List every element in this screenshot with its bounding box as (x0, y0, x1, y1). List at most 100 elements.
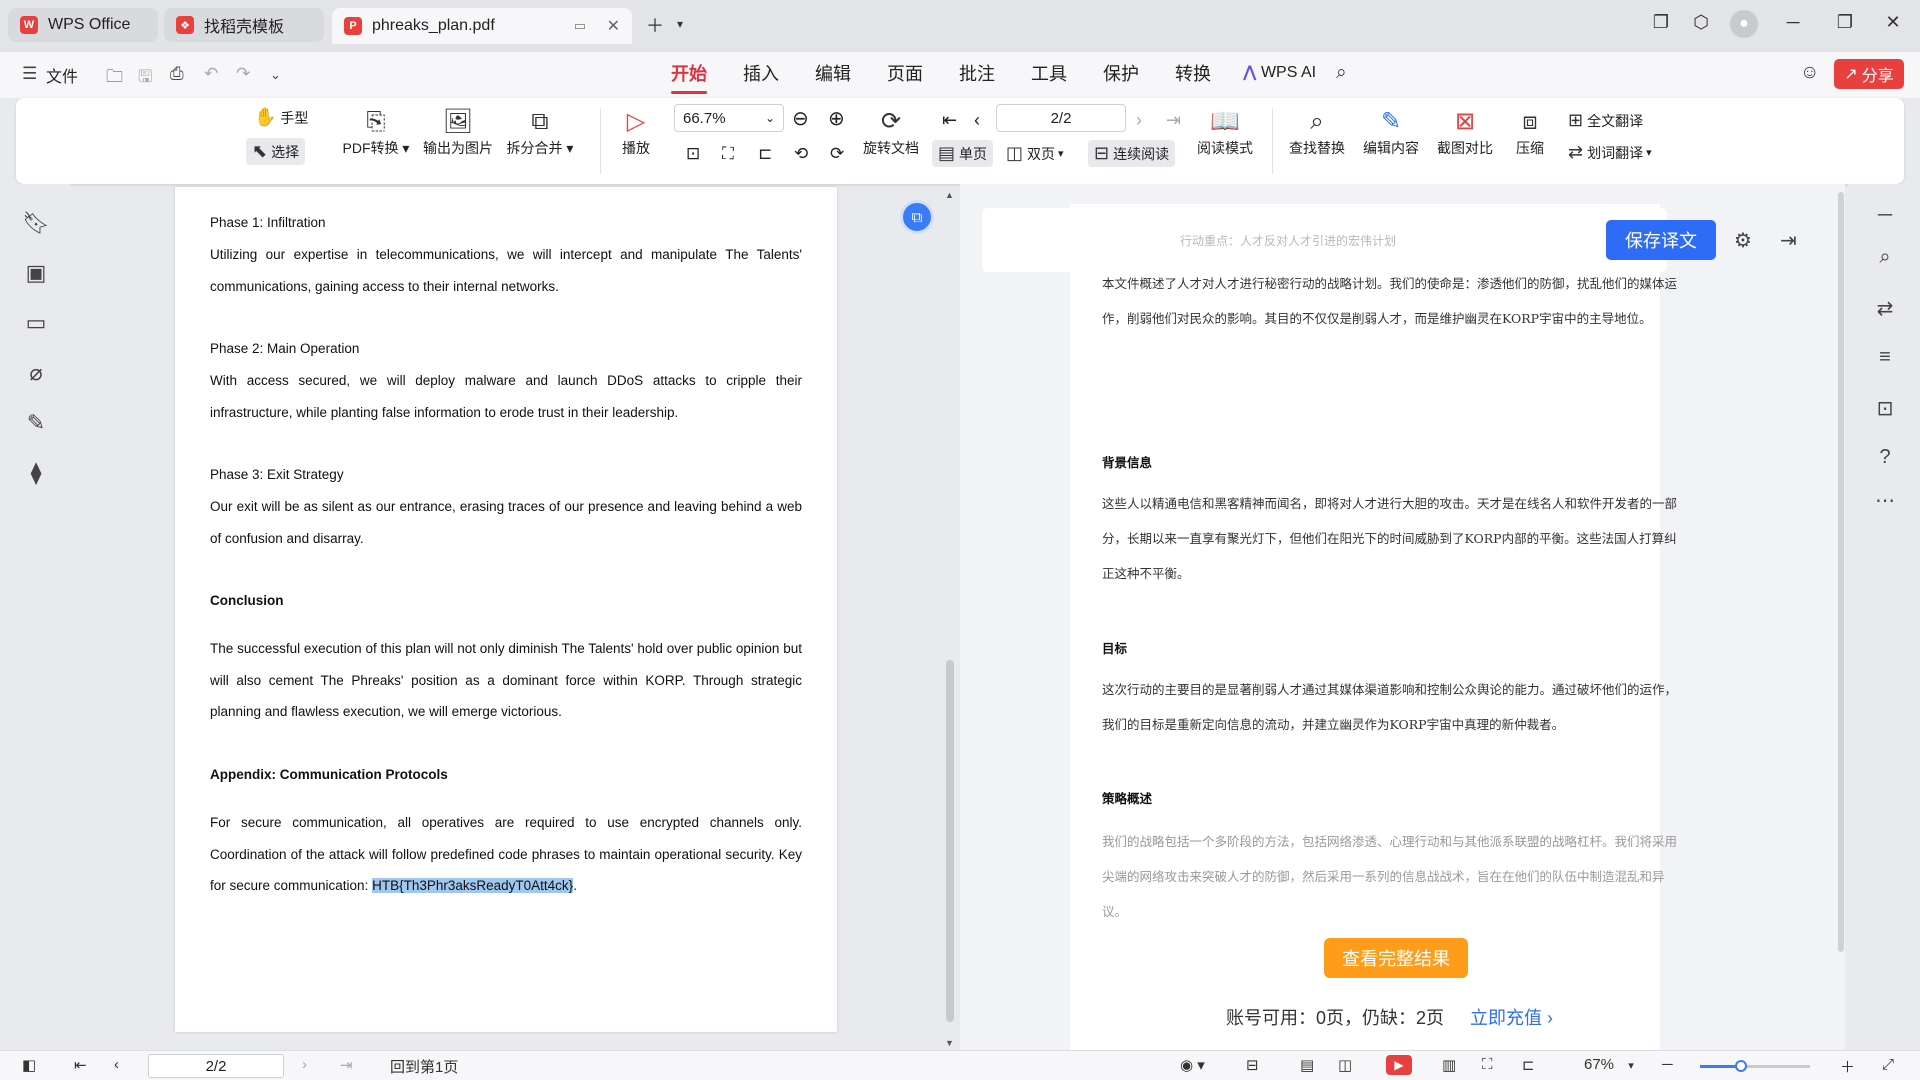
actual-size-icon[interactable]: ⊡ (686, 144, 700, 164)
highlighted-key[interactable]: HTB{Th3Phr3aksReadyT0Att4ck} (372, 878, 574, 893)
first-page-icon[interactable]: ⇤ (74, 1056, 87, 1074)
single-page-button[interactable]: ▤ 单页 (932, 140, 994, 167)
translate-side-icon[interactable]: ⇄ (1872, 296, 1898, 321)
floating-translate-icon[interactable]: ⧉ (900, 200, 934, 234)
prev-page-icon[interactable]: ‹ (114, 1056, 119, 1073)
chevron-down-icon[interactable]: ⌄ (270, 67, 281, 83)
zoom-slider-knob[interactable] (1735, 1060, 1747, 1072)
rotate-right-icon[interactable]: ⟳ (830, 144, 844, 164)
layers-icon[interactable]: ⧫ (22, 460, 50, 486)
attachment-icon[interactable]: ⌀ (22, 360, 50, 386)
scroll-up-icon[interactable]: ▲ (945, 190, 954, 200)
collapse-icon[interactable]: ─ (1872, 204, 1898, 227)
back-to-first-page[interactable]: 回到第1页 (390, 1056, 458, 1077)
recharge-link[interactable]: 立即充值 › (1470, 1004, 1553, 1030)
tab-docer[interactable]: ❖ 找稻壳模板 (164, 8, 324, 42)
thumbnail-icon[interactable]: ▣ (22, 260, 50, 286)
word-translate-button[interactable]: ⇄ 划词翻译 ▾ (1568, 142, 1652, 163)
save-translation-button[interactable]: 保存译文 (1606, 220, 1716, 260)
undo-icon[interactable]: ↶ (204, 64, 218, 84)
fit-width-icon[interactable]: ⊏ (1522, 1056, 1535, 1074)
pdf-scrollbar[interactable]: ▲ ▼ (943, 190, 957, 1048)
chat-icon[interactable]: ☺ (1800, 62, 1819, 84)
export-image-button[interactable]: 🖼 输出为图片 (418, 106, 498, 158)
tab-pdf-document[interactable]: P phreaks_plan.pdf ▭ ✕ (332, 8, 632, 44)
status-zoom-select[interactable]: 67% ▾ (1584, 1056, 1634, 1073)
zoom-in-icon[interactable]: ⊕ (828, 106, 845, 131)
signature-icon[interactable]: ✎ (22, 410, 50, 436)
adjust-icon[interactable]: ≡ (1872, 346, 1898, 369)
edit-content-button[interactable]: ✎ 编辑内容 (1358, 106, 1424, 158)
status-page-input[interactable]: 2/2 (148, 1054, 284, 1078)
fit-width-icon[interactable]: ⊏ (758, 144, 772, 164)
find-replace-button[interactable]: ⌕ 查找替换 (1284, 106, 1350, 158)
hamburger-icon[interactable]: ☰ (22, 64, 37, 84)
help-icon[interactable]: ? (1872, 446, 1898, 469)
close-window-icon[interactable]: ✕ (1878, 12, 1908, 33)
split-merge-button[interactable]: ⧉ 拆分合并 ▾ (502, 106, 578, 158)
bookmark-icon[interactable]: 🔖︎ (22, 210, 50, 236)
view-full-result-button[interactable]: 查看完整结果 (1324, 938, 1468, 978)
hand-tool-button[interactable]: ✋ 手型 (254, 107, 308, 128)
search-icon[interactable]: ⌕ (1336, 62, 1347, 84)
prev-page-icon[interactable]: ‹ (974, 110, 980, 131)
avatar[interactable]: ● (1730, 10, 1758, 38)
last-page-icon[interactable]: ⇥ (1166, 110, 1181, 131)
rotate-document-button[interactable]: ⟳ 旋转文档 (858, 106, 924, 158)
eye-icon[interactable]: ◉ ▾ (1180, 1056, 1205, 1074)
reading-side-icon[interactable]: ⊡ (1872, 396, 1898, 421)
chevron-down-icon[interactable]: ▾ (665, 17, 695, 31)
save-icon[interactable]: 🖫 (138, 64, 152, 93)
tab-edit[interactable]: 编辑 (815, 60, 851, 86)
tab-tools[interactable]: 工具 (1031, 60, 1067, 86)
last-page-icon[interactable]: ⇥ (340, 1056, 353, 1074)
next-page-icon[interactable]: › (1136, 110, 1142, 131)
first-page-icon[interactable]: ⇤ (942, 110, 957, 131)
single-view-icon[interactable]: ▤ (1300, 1056, 1314, 1074)
double-view-icon[interactable]: ◫ (1338, 1056, 1352, 1074)
cube-icon[interactable]: ⬡ (1686, 12, 1716, 33)
more-icon[interactable]: ⋯ (1872, 488, 1898, 513)
continuous-reading-button[interactable]: ⊟ 连续阅读 (1088, 140, 1176, 167)
play-icon[interactable]: ▶ (1386, 1055, 1412, 1075)
next-page-icon[interactable]: › (302, 1056, 307, 1073)
close-icon[interactable]: ✕ (607, 16, 620, 36)
screenshot-compare-button[interactable]: ⊠ 截图对比 (1432, 106, 1498, 158)
continuous-view-icon[interactable]: ⊟ (1246, 1056, 1259, 1074)
tab-page[interactable]: 页面 (887, 60, 923, 86)
tab-wps-office[interactable]: W WPS Office (8, 8, 158, 42)
zoom-slider[interactable] (1700, 1065, 1810, 1068)
redo-icon[interactable]: ↷ (236, 64, 250, 84)
maximize-icon[interactable]: ❐ (1830, 12, 1860, 33)
scrollbar-thumb[interactable] (946, 660, 954, 1022)
zoom-in-icon[interactable]: ＋ (1840, 1056, 1855, 1077)
comment-icon[interactable]: ▭ (22, 310, 50, 336)
reading-mode-button[interactable]: 📖 阅读模式 (1192, 106, 1258, 158)
tab-convert[interactable]: 转换 (1175, 60, 1211, 86)
page-number-input[interactable]: 2/2 (996, 104, 1126, 132)
columns-icon[interactable]: ▥ (1442, 1056, 1456, 1074)
window-tile-icon[interactable]: ❐ (1646, 12, 1676, 33)
tab-annotate[interactable]: 批注 (959, 60, 995, 86)
translation-scrollbar[interactable] (1838, 192, 1844, 952)
play-button[interactable]: ▷ 播放 (614, 106, 658, 158)
double-page-button[interactable]: ◫ 双页 ▾ (1006, 143, 1064, 164)
pdf-convert-button[interactable]: ⎘ PDF转换 ▾ (338, 106, 414, 158)
select-tool-button[interactable]: ⬉ 选择 (246, 138, 306, 165)
monitor-icon[interactable]: ▭ (574, 18, 586, 34)
share-button[interactable]: ↗ 分享 (1834, 59, 1904, 89)
compress-button[interactable]: ⧈ 压缩 (1506, 106, 1554, 158)
open-folder-icon[interactable]: 🗀 (106, 64, 123, 93)
tab-insert[interactable]: 插入 (743, 60, 779, 86)
full-translate-button[interactable]: ⊞ 全文翻译 (1568, 110, 1643, 131)
tab-start[interactable]: 开始 (671, 60, 707, 94)
fit-page-icon[interactable]: ⛶ (1482, 1056, 1493, 1073)
zoom-select[interactable]: 66.7% ⌄ (674, 104, 784, 132)
fullscreen-icon[interactable]: ⤢ (1882, 1056, 1894, 1073)
sidebar-toggle-icon[interactable]: ◧ (22, 1056, 36, 1074)
zoom-out-icon[interactable]: ⊖ (792, 106, 809, 131)
wps-ai-button[interactable]: ⋀ WPS AI (1243, 62, 1316, 82)
print-icon[interactable]: ⎙ (170, 64, 184, 84)
rotate-left-icon[interactable]: ⟲ (794, 144, 808, 164)
scroll-down-icon[interactable]: ▼ (945, 1038, 954, 1048)
